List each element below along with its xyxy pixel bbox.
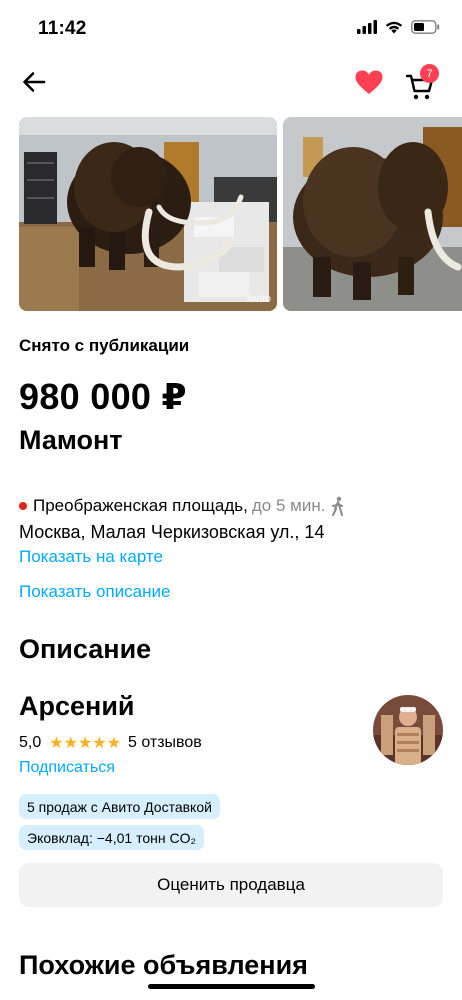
heart-icon	[355, 70, 383, 94]
metro-station: Преображенская площадь,	[33, 496, 248, 515]
status-bar: 11:42	[0, 0, 462, 56]
seller-rating: 5,0 ★★★★★ 5 отзывов	[19, 733, 202, 753]
top-nav	[0, 60, 462, 104]
subscribe-link[interactable]: Подписаться	[19, 759, 115, 777]
cart-count-badge: 7	[420, 64, 439, 83]
listing-price: 980 000 ₽	[19, 376, 187, 417]
show-on-map-link[interactable]: Показать на карте	[19, 547, 163, 567]
delivery-badge: 5 продаж с Авито Доставкой	[19, 794, 220, 819]
mammoth-photo-image	[19, 117, 277, 311]
listing-title: Мамонт	[19, 425, 123, 455]
avatar-image	[373, 695, 443, 765]
similar-listings-heading: Похожие объявления	[19, 950, 308, 980]
photo-gallery[interactable]: Avito	[19, 117, 462, 311]
seller-avatar[interactable]	[373, 695, 443, 765]
metro-line-dot	[19, 502, 27, 510]
reviews-count[interactable]: 5 отзывов	[128, 734, 202, 752]
signal-icon	[357, 20, 377, 34]
walk-icon	[332, 496, 344, 516]
back-arrow-icon	[23, 72, 46, 92]
favorite-button[interactable]	[353, 66, 385, 98]
metro-info: Преображенская площадь, до 5 мин.	[19, 496, 347, 516]
show-description-link[interactable]: Показать описание	[19, 582, 170, 602]
rate-seller-button[interactable]: Оценить продавца	[19, 863, 443, 907]
listing-status: Снято с публикации	[19, 336, 190, 355]
watermark: Avito	[246, 293, 271, 305]
metro-walk-time: до 5 мин.	[251, 496, 326, 515]
listing-address: Москва, Малая Черкизовская ул., 14	[19, 522, 325, 542]
gallery-photo[interactable]	[283, 117, 462, 311]
home-indicator	[148, 984, 315, 989]
back-button[interactable]	[18, 68, 50, 96]
rating-value: 5,0	[19, 734, 42, 751]
status-time: 11:42	[38, 18, 87, 39]
description-heading: Описание	[19, 634, 152, 664]
mammoth-photo-image	[283, 117, 462, 311]
battery-icon	[411, 20, 440, 34]
status-icons	[357, 20, 440, 34]
seller-name[interactable]: Арсений	[19, 691, 135, 722]
eco-badge: Эковклад: −4,01 тонн CO₂	[19, 825, 204, 850]
rating-stars: ★★★★★	[49, 735, 121, 752]
wifi-icon	[385, 21, 403, 34]
gallery-photo[interactable]: Avito	[19, 117, 277, 311]
